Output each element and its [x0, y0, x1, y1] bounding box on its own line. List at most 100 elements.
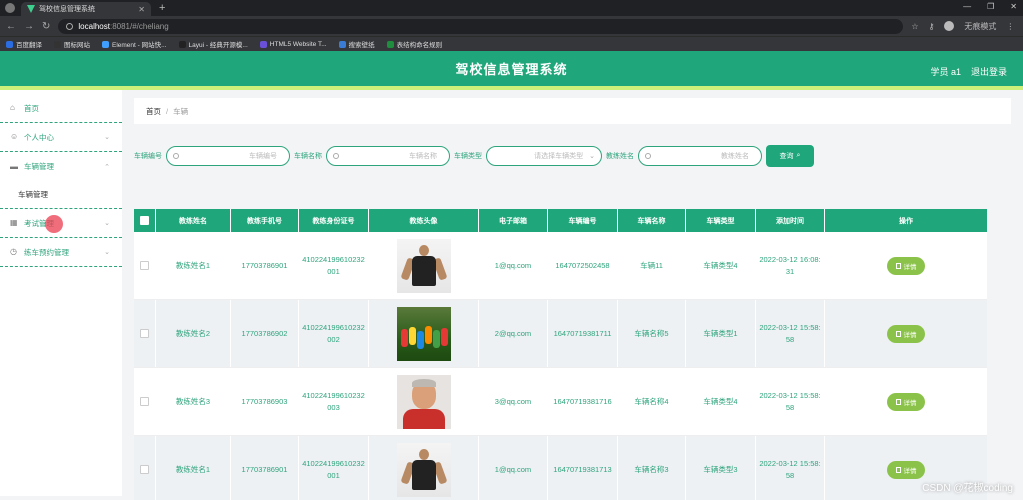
bookmark-icon: [259, 40, 267, 48]
bookmark-item[interactable]: 表结构命名规则: [386, 39, 442, 49]
chevron-up-icon: ⌃: [104, 163, 110, 171]
cell-coach-id: 410224199610232003: [299, 368, 369, 435]
app-title: 驾校信息管理系统: [455, 62, 568, 77]
cell-car-name: 车辆名称3: [618, 436, 686, 500]
bookmark-label: Element - 网站快...: [112, 42, 167, 49]
sidebar-subitem-vehicle-management[interactable]: 车辆管理: [0, 181, 122, 209]
detail-button[interactable]: 详情: [887, 460, 925, 479]
select-all-checkbox[interactable]: [140, 216, 149, 225]
address-bar: ← → ↻ localhost:8081/#/cheliang ☆ ⚷ 无痕模式…: [0, 16, 1023, 36]
site-info-icon[interactable]: [66, 22, 74, 30]
cell-car-type: 车辆类型4: [686, 368, 756, 435]
browser-menu-dots-icon[interactable]: ⋮: [1006, 22, 1014, 31]
row-checkbox[interactable]: [140, 329, 149, 338]
forward-icon[interactable]: →: [24, 21, 34, 32]
detail-button[interactable]: 详情: [887, 324, 925, 343]
cell-email: 1@qq.com: [479, 436, 548, 500]
cell-car-name: 车辆名称5: [618, 300, 686, 367]
key-icon[interactable]: ⚷: [929, 22, 935, 31]
search-input-car-no[interactable]: 车辆编号: [166, 146, 290, 166]
click-indicator: [45, 215, 63, 233]
browser-tab[interactable]: 驾校信息管理系统 ✕: [21, 2, 151, 16]
bookmark-icon: [178, 40, 186, 48]
placeholder-car-name: 车辆名称: [409, 153, 437, 160]
bookmark-label: HTML5 Website T...: [269, 40, 327, 48]
breadcrumb: 首页 / 车辆: [134, 98, 1011, 124]
row-checkbox[interactable]: [140, 465, 149, 474]
col-car-name: 车辆名称: [618, 209, 686, 232]
app-header: 驾校信息管理系统 学员 a1 退出登录: [0, 51, 1023, 90]
clock-icon: ◷: [10, 247, 17, 256]
bookmark-item[interactable]: Layui - 经典开源模...: [178, 39, 248, 49]
browser-menu-icon[interactable]: [5, 3, 15, 13]
detail-button[interactable]: 详情: [887, 392, 925, 411]
select-car-type[interactable]: 请选择车辆类型 ⌄: [486, 146, 602, 166]
url-field[interactable]: localhost:8081/#/cheliang: [58, 18, 904, 34]
back-icon[interactable]: ←: [6, 21, 16, 32]
query-button-label: 查询: [779, 153, 794, 160]
vehicle-table: 教练姓名 教练手机号 教练身份证号 教练头像 电子邮箱 车辆编号 车辆名称 车辆…: [134, 209, 987, 500]
main-area: ⌂ 首页 ☺ 个人中心 ⌄ ▬ 车辆管理 ⌃ 车辆管理 ▦ 考试管理 ⌄ ◷ 练…: [0, 90, 1023, 500]
breadcrumb-home[interactable]: 首页: [146, 106, 161, 117]
cell-car-type: 车辆类型3: [686, 436, 756, 500]
sidebar-item-practice-booking[interactable]: ◷ 练车预约管理 ⌄: [0, 238, 122, 267]
query-button[interactable]: 查询 ⌕: [766, 145, 814, 167]
cell-added-time: 2022-03-12 16:08:31: [756, 232, 825, 299]
table-row: 教练姓名1 17703786901 410224199610232001 1@q…: [134, 232, 987, 300]
search-form: 车辆编号 车辆编号 车辆名称 车辆名称 车辆类型 请选择车辆类型 ⌄ 教练姓名 …: [134, 126, 1011, 186]
cell-coach-phone: 17703786901: [231, 436, 299, 500]
cell-coach-id: 410224199610232002: [299, 300, 369, 367]
sidebar-item-vehicle-management[interactable]: ▬ 车辆管理 ⌃: [0, 152, 122, 181]
chevron-down-icon: ⌄: [104, 220, 110, 227]
cell-actions: 详情: [825, 368, 987, 435]
sidebar-item-personal-center[interactable]: ☺ 个人中心 ⌄: [0, 123, 122, 152]
minimize-icon[interactable]: —: [963, 2, 971, 11]
sidebar-item-exam-management[interactable]: ▦ 考试管理 ⌄: [0, 209, 122, 238]
bookmark-label: 图标网站: [64, 42, 90, 49]
new-tab-icon[interactable]: +: [159, 2, 165, 14]
profile-avatar[interactable]: [944, 21, 955, 31]
col-coach-avatar: 教练头像: [369, 209, 479, 232]
current-user: 学员 a1: [930, 67, 961, 77]
detail-button[interactable]: 详情: [887, 256, 925, 275]
bookmark-item[interactable]: 搜索壁纸: [338, 39, 375, 49]
cell-coach-id: 410224199610232001: [299, 232, 369, 299]
search-label-car-no: 车辆编号: [134, 153, 162, 160]
restore-icon[interactable]: ❐: [987, 2, 994, 11]
bookmark-item[interactable]: HTML5 Website T...: [259, 40, 327, 48]
sidebar-item-home[interactable]: ⌂ 首页: [0, 94, 122, 123]
search-input-car-name[interactable]: 车辆名称: [326, 146, 450, 166]
document-icon: [895, 398, 901, 405]
search-input-coach-name[interactable]: 教练姓名: [638, 146, 762, 166]
logout-link[interactable]: 退出登录: [971, 65, 1007, 78]
cell-coach-name: 教练姓名2: [156, 300, 231, 367]
chevron-down-icon: ⌄: [104, 134, 110, 141]
row-checkbox[interactable]: [140, 397, 149, 406]
cell-car-no: 16470719381713: [548, 436, 618, 500]
bookmark-item[interactable]: Element - 网站快...: [102, 39, 167, 49]
bookmark-label: Layui - 经典开源模...: [188, 42, 248, 49]
bookmark-item[interactable]: 图标网站: [54, 39, 90, 49]
bookmark-item[interactable]: 百度翻译: [6, 39, 42, 49]
watermark: CSDN @花椒coding: [922, 483, 1013, 494]
profile-label[interactable]: 无痕模式: [964, 21, 996, 32]
document-icon: [895, 262, 901, 269]
home-icon: ⌂: [10, 103, 15, 112]
cell-avatar: [369, 232, 479, 299]
bookmark-star-icon[interactable]: ☆: [911, 22, 918, 31]
placeholder-coach-name: 教练姓名: [721, 153, 749, 160]
close-window-icon[interactable]: ✕: [1010, 2, 1017, 11]
reload-icon[interactable]: ↻: [42, 21, 50, 32]
cell-coach-name: 教练姓名1: [156, 232, 231, 299]
coach-avatar: [396, 238, 451, 293]
row-checkbox[interactable]: [140, 261, 149, 270]
grid-icon: ▦: [10, 218, 18, 227]
cell-email: 1@qq.com: [479, 232, 548, 299]
tab-close-icon[interactable]: ✕: [138, 5, 145, 14]
cell-car-name: 车辆11: [618, 232, 686, 299]
search-label-car-type: 车辆类型: [454, 153, 482, 160]
bookmarks-bar: 百度翻译 图标网站 Element - 网站快... Layui - 经典开源模...…: [0, 36, 1023, 51]
col-coach-phone: 教练手机号: [231, 209, 299, 232]
cell-coach-id: 410224199610232001: [299, 436, 369, 500]
table-row: 教练姓名1 17703786901 410224199610232001 1@q…: [134, 436, 987, 500]
